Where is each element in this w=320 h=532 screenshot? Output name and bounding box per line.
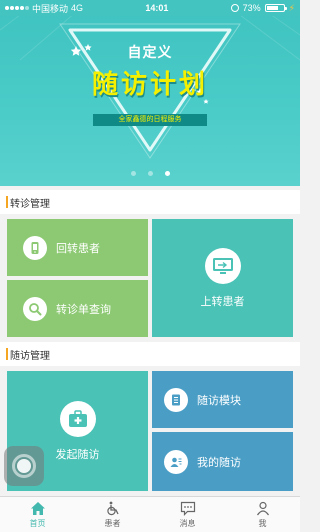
carousel-dot-1[interactable]: [130, 171, 136, 176]
status-time: 14:01: [145, 3, 169, 13]
section-title-followup: 随访管理: [0, 342, 300, 366]
assistive-touch-button[interactable]: [4, 446, 44, 486]
tab-messages[interactable]: 消息: [150, 497, 225, 532]
referral-query-tile[interactable]: 转诊单查询: [7, 280, 148, 337]
wheelchair-icon: [104, 500, 122, 516]
tab-patients[interactable]: 患者: [75, 497, 150, 532]
bottom-tab-bar: 首页 患者 消息 我: [0, 496, 300, 532]
upward-patient-tile[interactable]: 上转患者: [152, 219, 293, 337]
battery-icon: [264, 4, 287, 12]
document-list-icon: [164, 387, 188, 412]
person-icon: [254, 500, 272, 516]
my-followup-label: 我的随访: [197, 456, 241, 469]
tab-home-label: 首页: [29, 519, 46, 528]
tab-me-label: 我: [258, 519, 267, 528]
carrier-name: 中国移动: [32, 3, 69, 14]
banner-title-line1: 自定义: [127, 44, 173, 60]
carousel-dot-3-active[interactable]: [164, 171, 170, 176]
section-title-referral-label: 转诊管理: [10, 198, 50, 210]
tab-messages-label: 消息: [179, 519, 196, 528]
message-icon: [179, 500, 197, 516]
phone-icon: [23, 235, 47, 260]
signal-strength-icon: [5, 6, 29, 10]
followup-template-tile[interactable]: 随访模块: [152, 371, 293, 428]
carousel-dots[interactable]: [0, 171, 300, 176]
monitor-transfer-icon: [204, 247, 241, 284]
followup-template-label: 随访模块: [197, 394, 241, 407]
my-followup-tile[interactable]: 我的随访: [152, 432, 293, 491]
section-title-followup-label: 随访管理: [10, 350, 50, 362]
tab-home[interactable]: 首页: [0, 497, 75, 532]
tab-patients-label: 患者: [104, 519, 121, 528]
search-icon: [23, 296, 47, 321]
start-followup-label: 发起随访: [55, 448, 100, 461]
referral-query-label: 转诊单查询: [56, 303, 111, 316]
return-patient-tile[interactable]: 回转患者: [7, 219, 148, 276]
network-type: 4G: [71, 3, 84, 13]
medical-kit-icon: [59, 400, 96, 437]
status-bar: 中国移动 4G 14:01 73% ⚡: [0, 0, 300, 16]
banner-carousel[interactable]: 自定义 随访计划 全家鑫德的日程服务: [0, 0, 300, 186]
user-list-icon: [164, 449, 188, 474]
home-icon: [29, 500, 47, 516]
upward-patient-label: 上转患者: [200, 295, 245, 308]
return-patient-label: 回转患者: [56, 242, 100, 255]
tab-me[interactable]: 我: [225, 497, 300, 532]
rotation-lock-icon: [230, 4, 239, 12]
banner-subtitle: 全家鑫德的日程服务: [93, 114, 207, 126]
banner-title-line2: 随访计划: [91, 69, 208, 99]
charging-icon: ⚡: [288, 2, 295, 13]
section-title-referral: 转诊管理: [0, 190, 300, 214]
carousel-dot-2[interactable]: [147, 171, 153, 176]
battery-percent: 73%: [242, 3, 261, 13]
